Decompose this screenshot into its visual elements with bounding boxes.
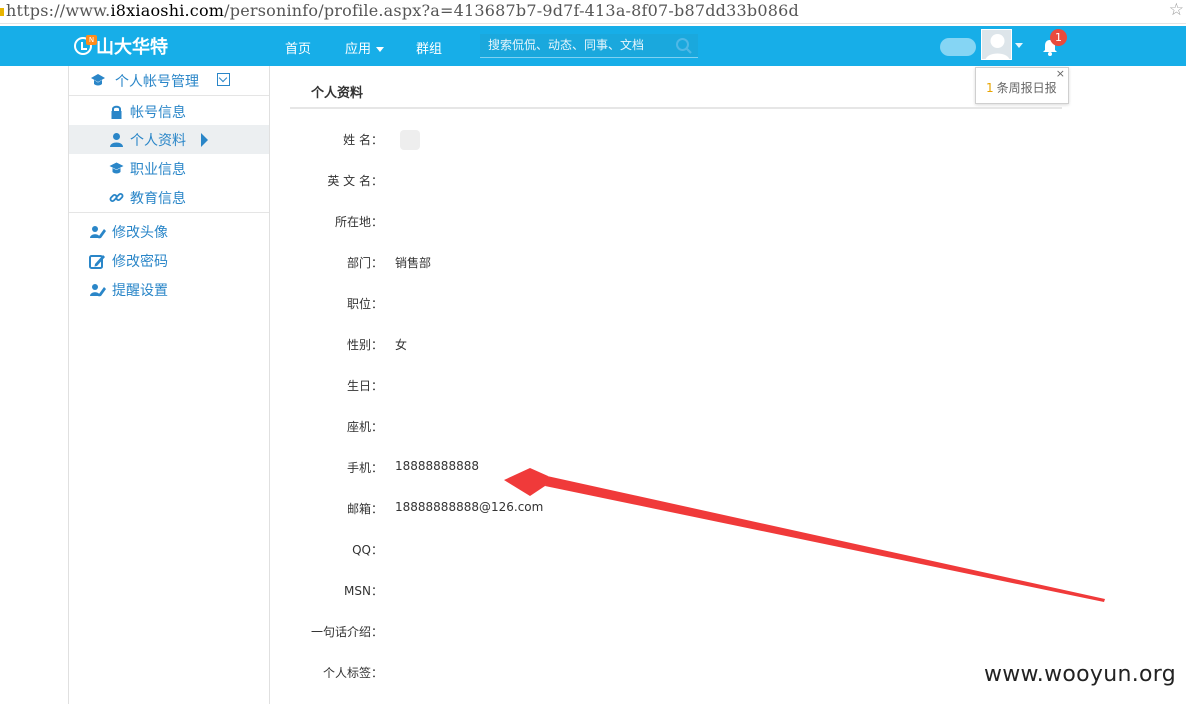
sidebar-item-reminder-settings[interactable]: 提醒设置 xyxy=(69,276,269,305)
profile-field-department: 部门： 销售部 xyxy=(290,254,890,274)
nav-apps-label: 应用 xyxy=(345,42,372,57)
sidebar-item-account-info[interactable]: 帐号信息 xyxy=(69,97,269,126)
sidebar-item-career[interactable]: 职业信息 xyxy=(69,154,269,183)
name-redacted xyxy=(400,130,420,150)
profile-field-location: 所在地： xyxy=(290,213,890,233)
profile-field-intro: 一句话介绍： xyxy=(290,623,890,643)
nav-home[interactable]: 首页 xyxy=(285,38,311,57)
browser-address-bar[interactable]: https://www.i8xiaoshi.com/personinfo/pro… xyxy=(0,0,1186,24)
field-label: 所在地： xyxy=(334,215,383,229)
top-navigation-bar: N 山大华特 首页 应用 群组 1 xyxy=(0,26,1186,66)
collapse-toggle-icon[interactable] xyxy=(217,73,230,86)
search-box xyxy=(480,34,698,58)
field-label: 手机： xyxy=(346,461,383,475)
close-icon[interactable]: × xyxy=(1056,67,1065,80)
field-label: 邮箱： xyxy=(346,502,383,516)
sidebar-item-change-avatar[interactable]: 修改头像 xyxy=(69,218,269,247)
profile-field-email: 邮箱： 18888888888@126.com xyxy=(290,500,890,520)
field-label: 职位： xyxy=(346,297,383,311)
user-name-redacted[interactable] xyxy=(940,38,976,56)
logo-text: 山大华特 xyxy=(96,37,168,58)
field-label: 生日： xyxy=(346,379,383,393)
sidebar-item-change-password[interactable]: 修改密码 xyxy=(69,247,269,276)
popup-label: 条周报日报 xyxy=(996,81,1057,95)
profile-field-english-name: 英 文 名： xyxy=(290,172,890,192)
url-text[interactable]: https://www.i8xiaoshi.com/personinfo/pro… xyxy=(6,1,799,20)
security-indicator-icon xyxy=(0,8,4,16)
logo-badge: N xyxy=(86,35,97,45)
graduation-cap-icon xyxy=(109,162,124,174)
url-path: /personinfo/profile.aspx?a=413687b7-9d7f… xyxy=(224,1,799,20)
sidebar-item-label: 帐号信息 xyxy=(130,105,186,121)
profile-field-position: 职位： xyxy=(290,295,890,315)
field-label: 姓 名： xyxy=(343,133,383,147)
chevron-down-icon[interactable] xyxy=(1015,43,1023,48)
profile-field-name: 姓 名： xyxy=(290,131,890,151)
logo[interactable]: N 山大华特 xyxy=(74,33,168,59)
field-label: 一句话介绍： xyxy=(310,625,383,639)
nav-groups[interactable]: 群组 xyxy=(416,38,442,57)
notification-count-badge: 1 xyxy=(1050,29,1067,46)
logo-mark-icon: N xyxy=(74,35,97,55)
sidebar-item-profile[interactable]: 个人资料 xyxy=(69,125,269,154)
profile-field-birthday: 生日： xyxy=(290,377,890,397)
sidebar-item-label: 个人资料 xyxy=(130,133,186,149)
avatar[interactable] xyxy=(981,29,1012,60)
edit-avatar-icon xyxy=(90,226,106,239)
sidebar: 个人帐号管理 帐号信息 个人资料 职业信息 教育信息 修改头像 修改密码 提醒设… xyxy=(68,66,270,704)
sidebar-item-education[interactable]: 教育信息 xyxy=(69,183,269,212)
sidebar-item-label: 职业信息 xyxy=(130,162,186,178)
link-icon xyxy=(109,193,124,202)
search-icon[interactable] xyxy=(675,37,693,55)
default-avatar-icon xyxy=(982,30,1011,59)
popup-count: 1 xyxy=(986,81,994,95)
field-label: 个人标签： xyxy=(322,666,383,680)
profile-field-gender: 性别： 女 xyxy=(290,336,890,356)
profile-field-msn: MSN： xyxy=(290,582,890,602)
sidebar-section-label: 个人帐号管理 xyxy=(115,74,199,90)
lock-icon xyxy=(111,105,122,119)
field-value: 销售部 xyxy=(395,256,432,270)
field-value: 女 xyxy=(395,338,408,352)
profile-field-mobile: 手机： 18888888888 xyxy=(290,459,890,479)
field-value: 18888888888 xyxy=(395,459,479,473)
title-divider xyxy=(290,107,1062,109)
user-icon xyxy=(110,133,123,147)
graduation-cap-icon xyxy=(91,74,105,86)
sidebar-item-label: 提醒设置 xyxy=(112,283,168,299)
star-icon[interactable]: ☆ xyxy=(1169,0,1184,20)
url-prefix: https://www. xyxy=(6,1,111,20)
sidebar-divider xyxy=(69,212,269,213)
edit-password-icon xyxy=(89,255,105,269)
nav-apps[interactable]: 应用 xyxy=(345,38,385,57)
edit-reminder-icon xyxy=(90,284,106,297)
popup-text[interactable]: 1 条周报日报 xyxy=(986,79,1057,96)
profile-field-tags: 个人标签： xyxy=(290,664,890,684)
url-host: i8xiaoshi.com xyxy=(110,1,225,20)
search-input[interactable] xyxy=(488,34,678,56)
field-value: 18888888888@126.com xyxy=(395,500,544,514)
profile-field-landline: 座机： xyxy=(290,418,890,438)
field-label: 座机： xyxy=(346,420,383,434)
sidebar-item-label: 教育信息 xyxy=(130,191,186,207)
sidebar-item-label: 修改头像 xyxy=(112,225,168,241)
field-label: QQ： xyxy=(352,543,383,557)
watermark: www.wooyun.org xyxy=(983,662,1176,687)
field-label: 英 文 名： xyxy=(327,174,383,188)
sidebar-section-account[interactable]: 个人帐号管理 xyxy=(69,66,269,96)
weekly-report-popup[interactable]: × 1 条周报日报 xyxy=(975,67,1069,104)
chevron-down-icon xyxy=(376,47,385,52)
sidebar-item-label: 修改密码 xyxy=(112,254,168,270)
field-label: 部门： xyxy=(346,256,383,270)
field-label: 性别： xyxy=(346,338,383,352)
page-title: 个人资料 xyxy=(311,86,364,101)
profile-field-qq: QQ： xyxy=(290,541,890,561)
active-indicator-icon xyxy=(201,133,208,147)
field-label: MSN： xyxy=(344,584,383,598)
